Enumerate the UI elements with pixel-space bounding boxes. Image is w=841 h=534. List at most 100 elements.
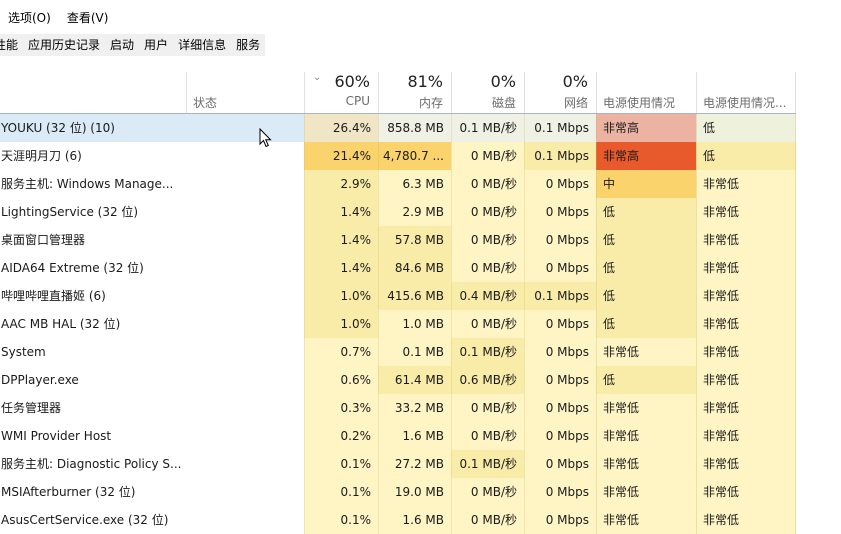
process-status	[186, 282, 304, 310]
process-row[interactable]: LightingService (32 位) 1.4% 2.9 MB 0 MB/秒 0 …	[0, 198, 841, 226]
tab-users[interactable]: 用户	[139, 34, 174, 56]
process-row[interactable]: 哔哩哔哩直播姬 (6) 1.0% 415.6 MB 0.4 MB/秒 0.1 Mbps 低…	[0, 282, 841, 310]
process-disk: 0 MB/秒	[451, 478, 524, 506]
menu-view[interactable]: 查看(V)	[59, 8, 117, 28]
process-disk: 0.1 MB/秒	[451, 450, 524, 478]
process-disk: 0.1 MB/秒	[451, 338, 524, 366]
process-network: 0 Mbps	[524, 310, 596, 338]
sort-descending-icon: ⌄	[313, 72, 322, 83]
cpu-header-label: CPU	[345, 94, 370, 108]
process-status	[186, 422, 304, 450]
process-name: 服务主机: Windows Manage...	[1, 177, 174, 191]
process-network: 0 Mbps	[524, 366, 596, 394]
column-header-disk[interactable]: 0% 磁盘	[451, 72, 524, 113]
process-cpu: 2.9%	[304, 170, 378, 198]
column-header-status[interactable]: 状态	[186, 72, 304, 113]
process-power-trend: 非常低	[696, 338, 796, 366]
process-network: 0 Mbps	[524, 170, 596, 198]
process-power: 非常高	[596, 142, 696, 170]
process-name: MSIAfterburner (32 位)	[1, 485, 136, 499]
process-network: 0 Mbps	[524, 198, 596, 226]
process-network: 0 Mbps	[524, 394, 596, 422]
tab-bar: 性能 应用历史记录 启动 用户 详细信息 服务	[0, 34, 266, 56]
process-network: 0 Mbps	[524, 450, 596, 478]
process-cpu: 0.3%	[304, 394, 378, 422]
tab-startup[interactable]: 启动	[105, 34, 140, 56]
process-power: 低	[596, 198, 696, 226]
process-cpu: 1.4%	[304, 198, 378, 226]
column-header-network[interactable]: 0% 网络	[524, 72, 596, 113]
process-disk: 0 MB/秒	[451, 394, 524, 422]
process-network: 0 Mbps	[524, 254, 596, 282]
process-status	[186, 450, 304, 478]
process-row[interactable]: WMI Provider Host 0.2% 1.6 MB 0 MB/秒 0 Mbps 非…	[0, 422, 841, 450]
process-memory: 6.3 MB	[378, 170, 451, 198]
process-row[interactable]: AsusCertService.exe (32 位) 0.1% 1.6 MB 0 MB…	[0, 506, 841, 534]
process-memory: 84.6 MB	[378, 254, 451, 282]
process-cpu: 0.2%	[304, 422, 378, 450]
process-power: 低	[596, 282, 696, 310]
process-memory: 27.2 MB	[378, 450, 451, 478]
menu-options[interactable]: 选项(O)	[0, 8, 59, 28]
process-power-trend: 非常低	[696, 450, 796, 478]
process-disk: 0 MB/秒	[451, 142, 524, 170]
process-power: 低	[596, 310, 696, 338]
process-network: 0 Mbps	[524, 478, 596, 506]
process-row[interactable]: DPPlayer.exe 0.6% 61.4 MB 0.6 MB/秒 0 Mbps 低非常…	[0, 366, 841, 394]
process-power: 非常低	[596, 478, 696, 506]
tab-details[interactable]: 详细信息	[173, 34, 232, 56]
power-trend-header-label: 电源使用情况...	[703, 96, 787, 110]
mouse-cursor-icon	[259, 128, 272, 148]
process-status	[186, 394, 304, 422]
process-cpu: 0.6%	[304, 366, 378, 394]
process-power-trend: 低	[696, 142, 796, 170]
process-disk: 0 MB/秒	[451, 310, 524, 338]
process-name: LightingService (32 位)	[1, 205, 139, 219]
process-name: 桌面窗口管理器	[1, 233, 86, 247]
process-memory: 0.1 MB	[378, 338, 451, 366]
process-row[interactable]: AAC MB HAL (32 位) 1.0% 1.0 MB 0 MB/秒 0 Mbps 低…	[0, 310, 841, 338]
tab-performance[interactable]: 性能	[0, 34, 24, 56]
process-cpu: 0.1%	[304, 478, 378, 506]
process-power: 低	[596, 366, 696, 394]
process-cpu: 1.4%	[304, 226, 378, 254]
process-power-trend: 低	[696, 114, 796, 142]
process-power-trend: 非常低	[696, 226, 796, 254]
process-row[interactable]: YOUKU (32 位) (10) 26.4% 858.8 MB 0.1 MB/秒 0.…	[0, 114, 841, 142]
tab-services[interactable]: 服务	[231, 34, 266, 56]
process-row[interactable]: 服务主机: Diagnostic Policy S... 0.1% 27.2 MB 0…	[0, 450, 841, 478]
process-row[interactable]: 天涯明月刀 (6) 21.4% 4,780.7 ... 0 MB/秒 0.1 Mbps 非…	[0, 142, 841, 170]
column-header-cpu[interactable]: ⌄ 60% CPU	[304, 72, 378, 113]
process-network: 0.1 Mbps	[524, 282, 596, 310]
process-disk: 0.6 MB/秒	[451, 366, 524, 394]
process-row[interactable]: System 0.7% 0.1 MB 0.1 MB/秒 0 Mbps 非常低 非常低	[0, 338, 841, 366]
process-name: AIDA64 Extreme (32 位)	[1, 261, 144, 275]
process-status	[186, 478, 304, 506]
process-power: 非常低	[596, 450, 696, 478]
process-memory: 61.4 MB	[378, 366, 451, 394]
process-status	[186, 170, 304, 198]
process-cpu: 0.7%	[304, 338, 378, 366]
process-status	[186, 366, 304, 394]
process-power-trend: 非常低	[696, 422, 796, 450]
process-cpu: 1.0%	[304, 310, 378, 338]
process-power: 非常低	[596, 338, 696, 366]
process-disk: 0 MB/秒	[451, 254, 524, 282]
tab-app-history[interactable]: 应用历史记录	[23, 34, 106, 56]
status-header-label: 状态	[193, 96, 218, 110]
process-network: 0 Mbps	[524, 506, 596, 534]
process-row[interactable]: 服务主机: Windows Manage... 2.9% 6.3 MB 0 MB/秒 0…	[0, 170, 841, 198]
process-power-trend: 非常低	[696, 282, 796, 310]
process-row[interactable]: AIDA64 Extreme (32 位) 1.4% 84.6 MB 0 MB/秒 0 …	[0, 254, 841, 282]
column-header-power[interactable]: 电源使用情况	[596, 72, 696, 113]
process-row[interactable]: 任务管理器 0.3% 33.2 MB 0 MB/秒 0 Mbps 非常低 非常低	[0, 394, 841, 422]
column-header-power-trend[interactable]: 电源使用情况...	[696, 72, 796, 113]
process-row[interactable]: 桌面窗口管理器 1.4% 57.8 MB 0 MB/秒 0 Mbps 低非常低	[0, 226, 841, 254]
process-status	[186, 198, 304, 226]
process-row[interactable]: MSIAfterburner (32 位) 0.1% 19.0 MB 0 MB/秒 0 …	[0, 478, 841, 506]
process-power: 低	[596, 254, 696, 282]
process-power-trend: 非常低	[696, 254, 796, 282]
column-header-memory[interactable]: 81% 内存	[378, 72, 451, 113]
network-total-percent: 0%	[562, 72, 588, 91]
process-power: 低	[596, 226, 696, 254]
